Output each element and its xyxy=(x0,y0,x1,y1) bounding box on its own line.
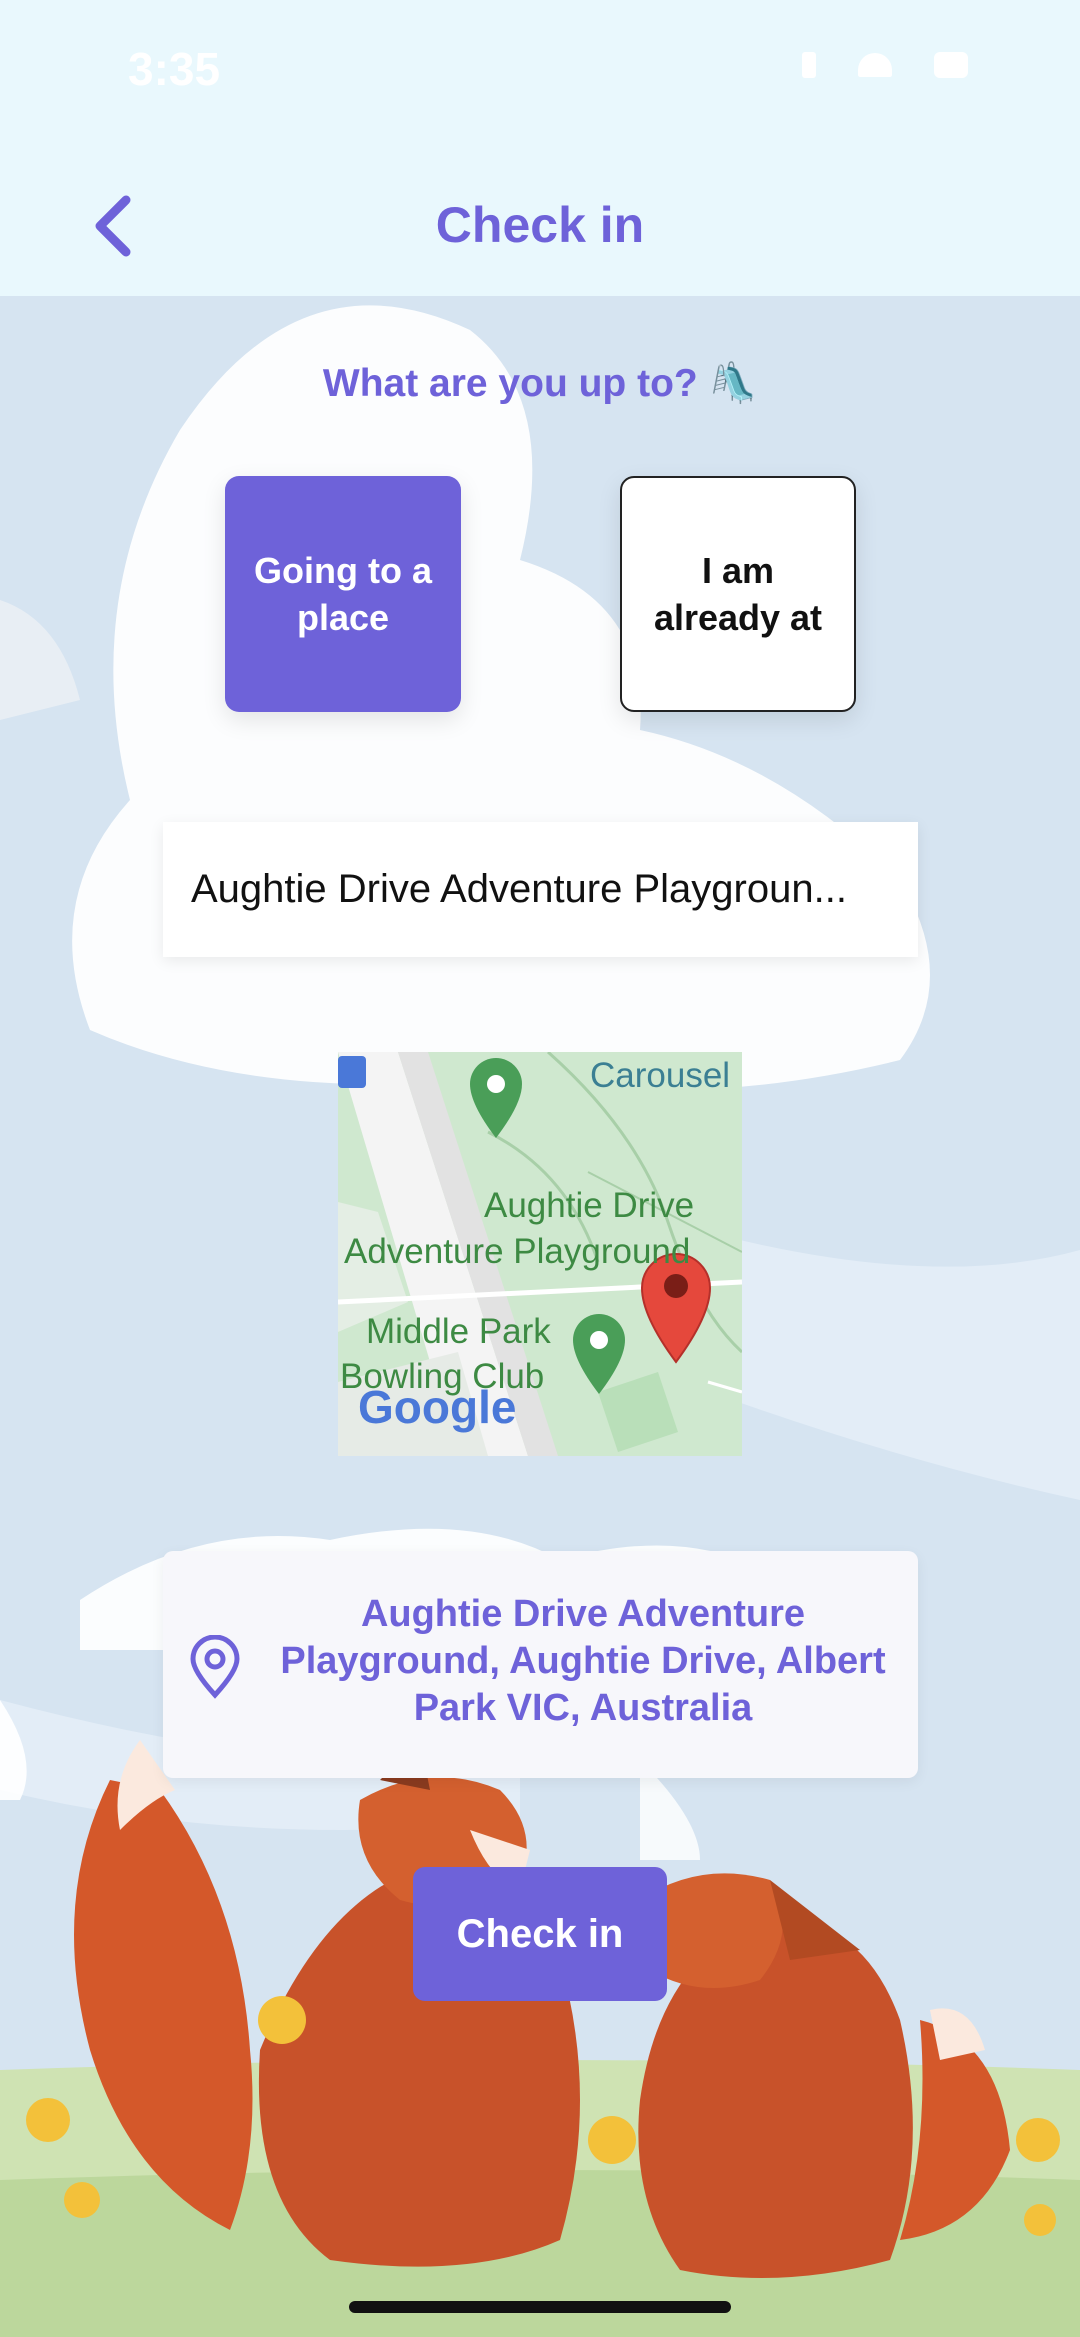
app-header: 3:35 Check in xyxy=(0,0,1080,296)
selected-address-card: Aughtie Drive Adventure Playground, Augh… xyxy=(163,1551,918,1778)
battery-icon xyxy=(934,52,968,78)
status-time: 3:35 xyxy=(128,43,221,95)
map-label-carousel: Carousel xyxy=(590,1056,731,1095)
already-at-label: I am already at xyxy=(653,550,823,638)
going-to-place-button[interactable]: Going to a place xyxy=(225,476,461,712)
location-pin-icon xyxy=(190,1635,240,1699)
address-text: Aughtie Drive Adventure Playground, Augh… xyxy=(280,1593,886,1729)
home-indicator xyxy=(349,2301,731,2313)
status-icons xyxy=(802,52,968,78)
map-label-playground-2: Adventure Playground xyxy=(344,1232,691,1271)
check-in-label: Check in xyxy=(456,1911,624,1956)
transit-icon xyxy=(338,1056,366,1088)
page-title: Check in xyxy=(435,197,645,253)
map-preview[interactable]: Carousel Aughtie Drive Adventure Playgro… xyxy=(338,1052,742,1456)
wifi-icon xyxy=(858,53,892,77)
place-search-input[interactable]: Aughtie Drive Adventure Playgroun... xyxy=(163,822,918,957)
map-marker-green-icon xyxy=(470,1058,522,1138)
signal-icon xyxy=(802,52,816,78)
google-logo: Google xyxy=(358,1381,517,1433)
map-label-playground-1: Aughtie Drive xyxy=(484,1186,695,1225)
activity-question: What are you up to? 🛝 xyxy=(322,362,758,405)
check-in-button[interactable]: Check in xyxy=(413,1867,667,2001)
map-marker-green-icon xyxy=(573,1314,625,1394)
going-to-place-label: Going to a place xyxy=(254,550,432,638)
map-label-bowling-1: Middle Park xyxy=(366,1312,551,1351)
already-at-button[interactable]: I am already at xyxy=(620,476,856,712)
